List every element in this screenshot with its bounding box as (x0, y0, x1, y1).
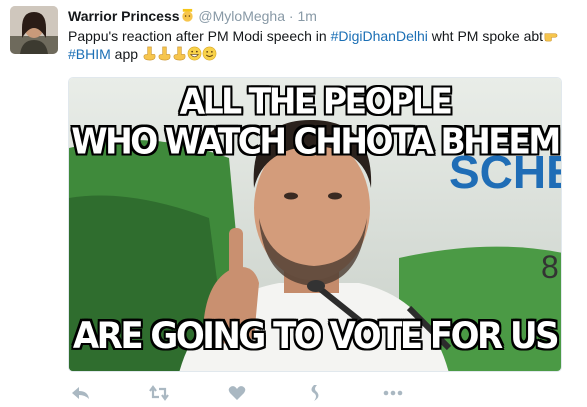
meme-caption-top: ALL THE PEOPLE WHO WATCH CHHOTA BHEEM (69, 81, 561, 161)
tweet-card: Warrior Princess @MyloMegha · 1m Pappu's… (0, 0, 587, 407)
tweet-text: Pappu's reaction after PM Modi speech in… (68, 27, 578, 63)
tweet-timestamp[interactable]: 1m (297, 8, 316, 24)
hashtag-link[interactable]: #BHIM (68, 46, 111, 62)
grinning-face-emoji-icon (187, 46, 202, 61)
tweet-text-part: app (110, 46, 139, 62)
tweet-media-image[interactable]: SCHE 8 ALL THE PEOPLE WHO WATCH (68, 77, 562, 372)
reply-icon[interactable] (70, 383, 92, 403)
avatar[interactable] (10, 6, 58, 54)
author-name[interactable]: Warrior Princess (68, 8, 180, 24)
tweet-text-part: Pappu's reaction after PM Modi speech in (68, 28, 331, 44)
separator-dot: · (288, 8, 294, 24)
pointing-down-emoji-icon (143, 46, 156, 61)
meme-caption-top-line1: ALL THE PEOPLE (179, 79, 453, 123)
more-icon[interactable] (382, 383, 404, 403)
meme-caption-bottom: ARE GOING TO VOTE FOR US (72, 314, 560, 358)
tweet-header: Warrior Princess @MyloMegha · 1m (68, 7, 317, 25)
meme-caption-top-line2: WHO WATCH CHHOTA BHEEM (71, 119, 561, 163)
author-handle[interactable]: @MyloMegha (198, 8, 285, 24)
princess-emoji-icon (181, 8, 193, 22)
pointing-down-emoji-icon (158, 46, 171, 61)
tweet-text-part: wht PM spoke abt (427, 28, 544, 44)
smiling-face-emoji-icon (202, 46, 217, 61)
retweet-icon[interactable] (148, 383, 170, 403)
pointing-down-emoji-icon (173, 46, 186, 61)
background-sign-digit: 8 (541, 249, 559, 285)
tweet-actions (68, 383, 428, 403)
hashtag-link[interactable]: #DigiDhanDelhi (331, 28, 428, 44)
pointing-right-emoji-icon (544, 33, 558, 42)
like-icon[interactable] (226, 383, 248, 403)
moments-icon[interactable] (304, 383, 326, 403)
